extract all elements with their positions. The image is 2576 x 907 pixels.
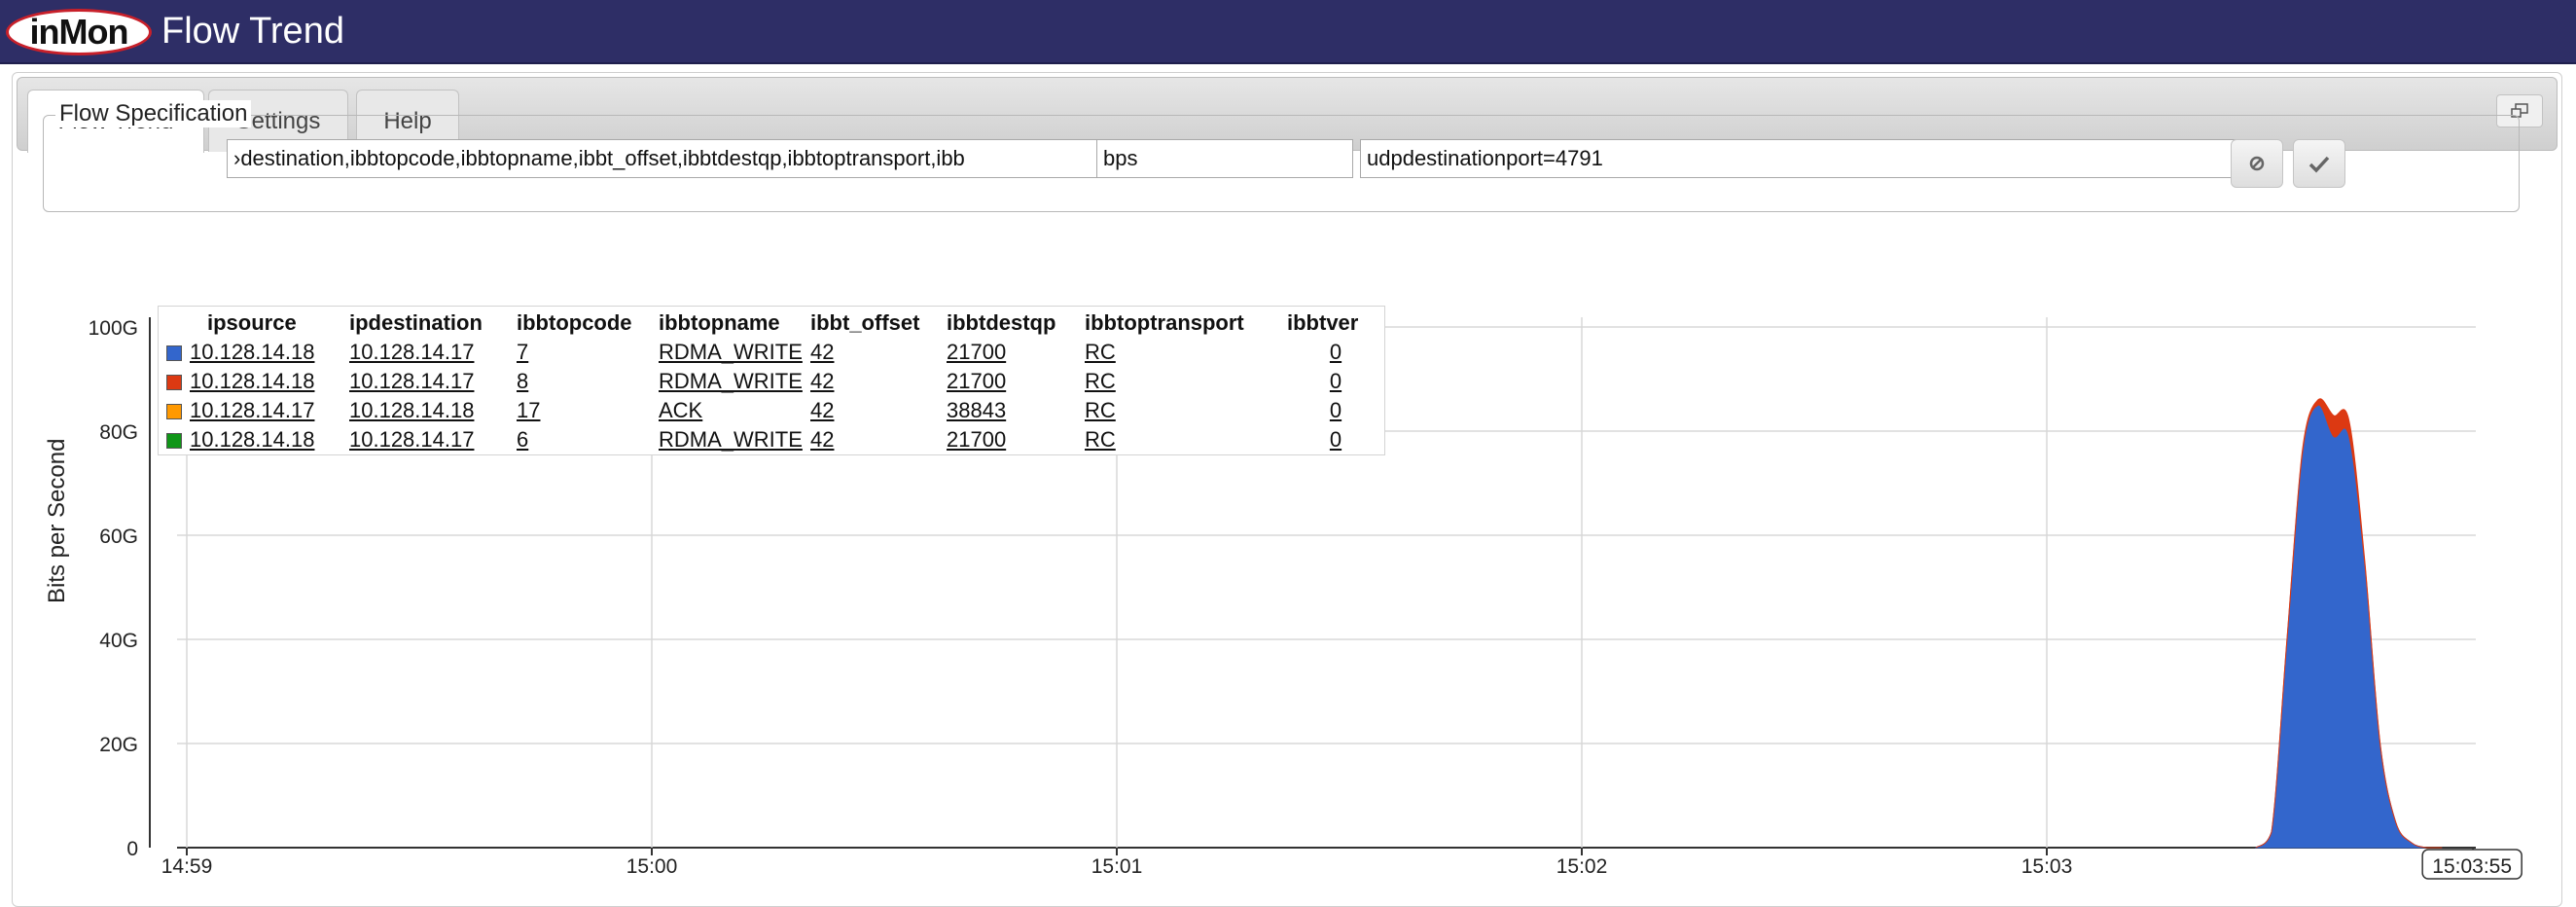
x-tick-label: 15:00 <box>626 855 678 878</box>
legend-cell-ibbtver[interactable]: 0 <box>1287 425 1384 454</box>
legend-header-ibbtver: ibbtver <box>1287 310 1359 335</box>
series-area <box>2254 404 2443 849</box>
legend-cell-ibbtver[interactable]: 0 <box>1287 396 1384 425</box>
legend-cell-ibbtopcode[interactable]: 17 <box>517 396 659 425</box>
legend-cell-ipsource[interactable]: 10.128.14.18 <box>190 367 349 396</box>
legend-cell-ibbtopname[interactable]: ACK <box>659 396 810 425</box>
legend-cell-ipsource[interactable]: 10.128.14.18 <box>190 338 349 367</box>
legend-header-row: ipsource ipdestination ibbtopcode ibbtop… <box>162 308 1384 338</box>
legend-header-ibbtopcode: ibbtopcode <box>517 310 632 335</box>
legend-cell-ibbtdestqp[interactable]: 21700 <box>947 367 1085 396</box>
legend-cell-ibbtopcode[interactable]: 6 <box>517 425 659 454</box>
y-tick-label: 40G <box>99 630 138 652</box>
legend-cell-ibbtoptransport[interactable]: RC <box>1085 396 1287 425</box>
series-color-swatch <box>166 375 182 391</box>
legend-header-ibbtopname: ibbtopname <box>659 310 780 335</box>
legend-cell-ipsource[interactable]: 10.128.14.18 <box>190 425 349 454</box>
legend-cell-ibbtdestqp[interactable]: 21700 <box>947 338 1085 367</box>
x-tick-label: 15:03 <box>2021 855 2073 878</box>
legend-cell-ibbtver[interactable]: 0 <box>1287 367 1384 396</box>
legend-cell-ibbtdestqp[interactable]: 38843 <box>947 396 1085 425</box>
legend-cell-ibbtver[interactable]: 0 <box>1287 338 1384 367</box>
series-color-swatch <box>166 404 182 420</box>
legend-row: 10.128.14.18 10.128.14.17 6 RDMA_WRITE 42 217… <box>162 425 1384 454</box>
legend-cell-ibbt-offset[interactable]: 42 <box>810 396 947 425</box>
legend-header-ibbtoptransport: ibbtoptransport <box>1085 310 1244 335</box>
series-color-swatch <box>166 345 182 362</box>
legend-cell-ibbtoptransport[interactable]: RC <box>1085 338 1287 367</box>
legend-cell-ibbtopname[interactable]: RDMA_WRITE <box>659 338 810 367</box>
x-tick-label: 15:01 <box>1091 855 1143 878</box>
legend-cell-ibbtdestqp[interactable]: 21700 <box>947 425 1085 454</box>
flow-legend-table: ipsource ipdestination ibbtopcode ibbtop… <box>158 306 1385 455</box>
legend-cell-ipdestination[interactable]: 10.128.14.17 <box>349 425 517 454</box>
legend-cell-ibbt-offset[interactable]: 42 <box>810 367 947 396</box>
legend-row: 10.128.14.17 10.128.14.18 17 ACK 42 38843 RC 0 <box>162 396 1384 425</box>
legend-cell-ibbtopcode[interactable]: 7 <box>517 338 659 367</box>
legend-header-ipdestination: ipdestination <box>349 310 483 335</box>
legend-cell-ibbtopcode[interactable]: 8 <box>517 367 659 396</box>
legend-cell-ibbtopname[interactable]: RDMA_WRITE <box>659 367 810 396</box>
legend-cell-ipdestination[interactable]: 10.128.14.17 <box>349 338 517 367</box>
legend-cell-ipdestination[interactable]: 10.128.14.17 <box>349 367 517 396</box>
legend-cell-ibbtoptransport[interactable]: RC <box>1085 367 1287 396</box>
legend-cell-ibbtopname[interactable]: RDMA_WRITE <box>659 425 810 454</box>
y-tick-label: 0 <box>126 838 138 860</box>
y-tick-label: 80G <box>99 421 138 444</box>
legend-header-ibbt-offset: ibbt_offset <box>810 310 920 335</box>
legend-row: 10.128.14.18 10.128.14.17 8 RDMA_WRITE 42 217… <box>162 367 1384 396</box>
legend-header-ipsource: ipsource <box>207 310 297 335</box>
legend-cell-ipsource[interactable]: 10.128.14.17 <box>190 396 349 425</box>
x-tick-label: 14:59 <box>161 855 213 878</box>
series-color-swatch <box>166 433 182 450</box>
y-tick-label: 20G <box>99 734 138 756</box>
x-tick-label: 15:03:55 <box>2432 855 2512 878</box>
legend-cell-ipdestination[interactable]: 10.128.14.18 <box>349 396 517 425</box>
x-tick-label: 15:02 <box>1556 855 1608 878</box>
legend-cell-ibbt-offset[interactable]: 42 <box>810 338 947 367</box>
legend-header-ibbtdestqp: ibbtdestqp <box>947 310 1056 335</box>
legend-row: 10.128.14.18 10.128.14.17 7 RDMA_WRITE 42 217… <box>162 338 1384 367</box>
y-tick-label: 60G <box>99 526 138 548</box>
legend-cell-ibbt-offset[interactable]: 42 <box>810 425 947 454</box>
legend-cell-ibbtoptransport[interactable]: RC <box>1085 425 1287 454</box>
y-tick-label: 100G <box>89 317 138 340</box>
y-axis-label: Bits per Second <box>44 438 70 603</box>
